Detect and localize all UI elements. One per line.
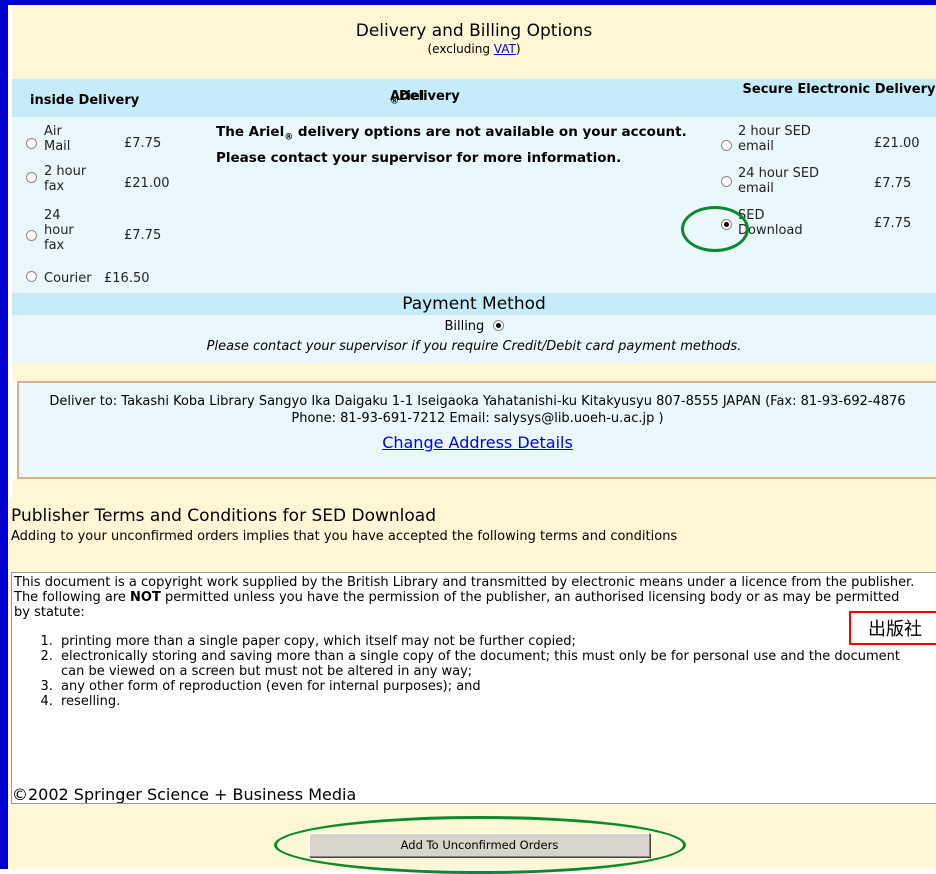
option-sed-download-price: £7.75	[874, 216, 912, 231]
terms-title: Publisher Terms and Conditions for SED D…	[11, 506, 436, 526]
terms-list: printing more than a single paper copy, …	[12, 634, 927, 709]
ariel-unavailable-message: The Ariel® delivery options are not avai…	[216, 122, 706, 168]
option-2-hour-fax-price: £21.00	[124, 176, 170, 191]
terms-not-emphasis: NOT	[130, 590, 161, 605]
col-head-inside: inside Delivery	[12, 79, 200, 117]
ariel-delivery-text: Delivery	[399, 89, 460, 104]
payment-method-body: Billing Please contact your supervisor i…	[12, 315, 936, 363]
radio-air-mail[interactable]	[26, 138, 37, 149]
option-2-hour-fax-label: 2 hour fax	[44, 164, 87, 194]
order-frame: Delivery and Billing Options (excluding …	[8, 0, 936, 869]
option-2-hour-sed-email-label: 2 hour SED email	[738, 124, 811, 154]
delivery-address: Deliver to: Takashi Koba Library Sangyo …	[49, 394, 906, 426]
option-24-hour-fax-label: 24 hour fax	[44, 208, 74, 253]
option-24-hour-fax-price: £7.75	[124, 228, 162, 243]
ariel-message-start: The Ariel	[216, 124, 285, 140]
option-air-mail-price: £7.75	[124, 136, 162, 151]
radio-2-hour-fax[interactable]	[26, 172, 37, 183]
left-border	[0, 0, 8, 869]
billing-row: Billing	[12, 319, 936, 334]
spacer	[12, 479, 936, 499]
payment-note: Please contact your supervisor if you re…	[206, 339, 742, 354]
radio-2-hour-sed-email[interactable]	[721, 140, 732, 151]
col-head-inside-label: inside Delivery	[30, 93, 140, 108]
option-courier-label: Courier	[44, 271, 92, 286]
spacer	[12, 363, 936, 381]
radio-24-hour-fax[interactable]	[26, 230, 37, 241]
option-24-hour-sed-email-price: £7.75	[874, 176, 912, 191]
option-2-hour-sed-email-price: £21.00	[874, 136, 920, 151]
section-title: Delivery and Billing Options	[355, 21, 593, 41]
col-head-sed-label: Secure Electronic Delivery	[742, 82, 936, 97]
publisher-annotation-label: 出版社	[849, 611, 936, 645]
radio-billing[interactable]	[492, 320, 504, 331]
subtitle-prefix: (excluding	[427, 42, 494, 56]
list-item: electronically storing and saving more t…	[57, 649, 927, 679]
option-24-hour-sed-email-label: 24 hour SED email	[738, 166, 820, 196]
delivery-address-box: Deliver to: Takashi Koba Library Sangyo …	[17, 381, 936, 479]
button-highlight-ellipse	[274, 816, 686, 874]
col-head-ariel-label: Ariel ® Delivery	[390, 89, 460, 107]
sed-download-highlight-circle	[681, 206, 749, 252]
delivery-billing-header: Delivery and Billing Options (excluding …	[12, 5, 936, 79]
ariel-message-rest: delivery options are not available on yo…	[216, 124, 687, 166]
copyright-notice: ©2002 Springer Science + Business Media	[12, 785, 357, 804]
section-subtitle: (excluding VAT)	[12, 42, 936, 56]
subtitle-suffix: )	[515, 42, 521, 56]
registered-mark: ®	[284, 132, 294, 143]
col-head-sed: Secure Electronic Delivery	[714, 79, 936, 117]
option-courier-price: £16.50	[104, 271, 150, 286]
radio-24-hour-sed-email[interactable]	[721, 176, 732, 187]
billing-label: Billing	[444, 319, 485, 334]
option-air-mail-label: Air Mail	[44, 124, 71, 154]
publisher-terms-section: Publisher Terms and Conditions for SED D…	[8, 499, 936, 869]
terms-text-box[interactable]: This document is a copyright work suppli…	[11, 572, 936, 804]
list-item: any other form of reproduction (even for…	[57, 679, 927, 694]
col-head-ariel: Ariel ® Delivery	[200, 79, 714, 117]
vat-link[interactable]: VAT	[494, 42, 516, 56]
option-sed-download-label: SED Download	[738, 208, 803, 238]
change-address-link[interactable]: Change Address Details	[19, 434, 936, 451]
radio-courier[interactable]	[26, 271, 37, 282]
payment-method-title: Payment Method	[12, 293, 936, 315]
terms-paragraph: This document is a copyright work suppli…	[14, 575, 919, 620]
list-item: reselling.	[57, 694, 927, 709]
list-item: printing more than a single paper copy, …	[57, 634, 927, 649]
terms-intro: Adding to your unconfirmed orders implie…	[11, 529, 678, 544]
